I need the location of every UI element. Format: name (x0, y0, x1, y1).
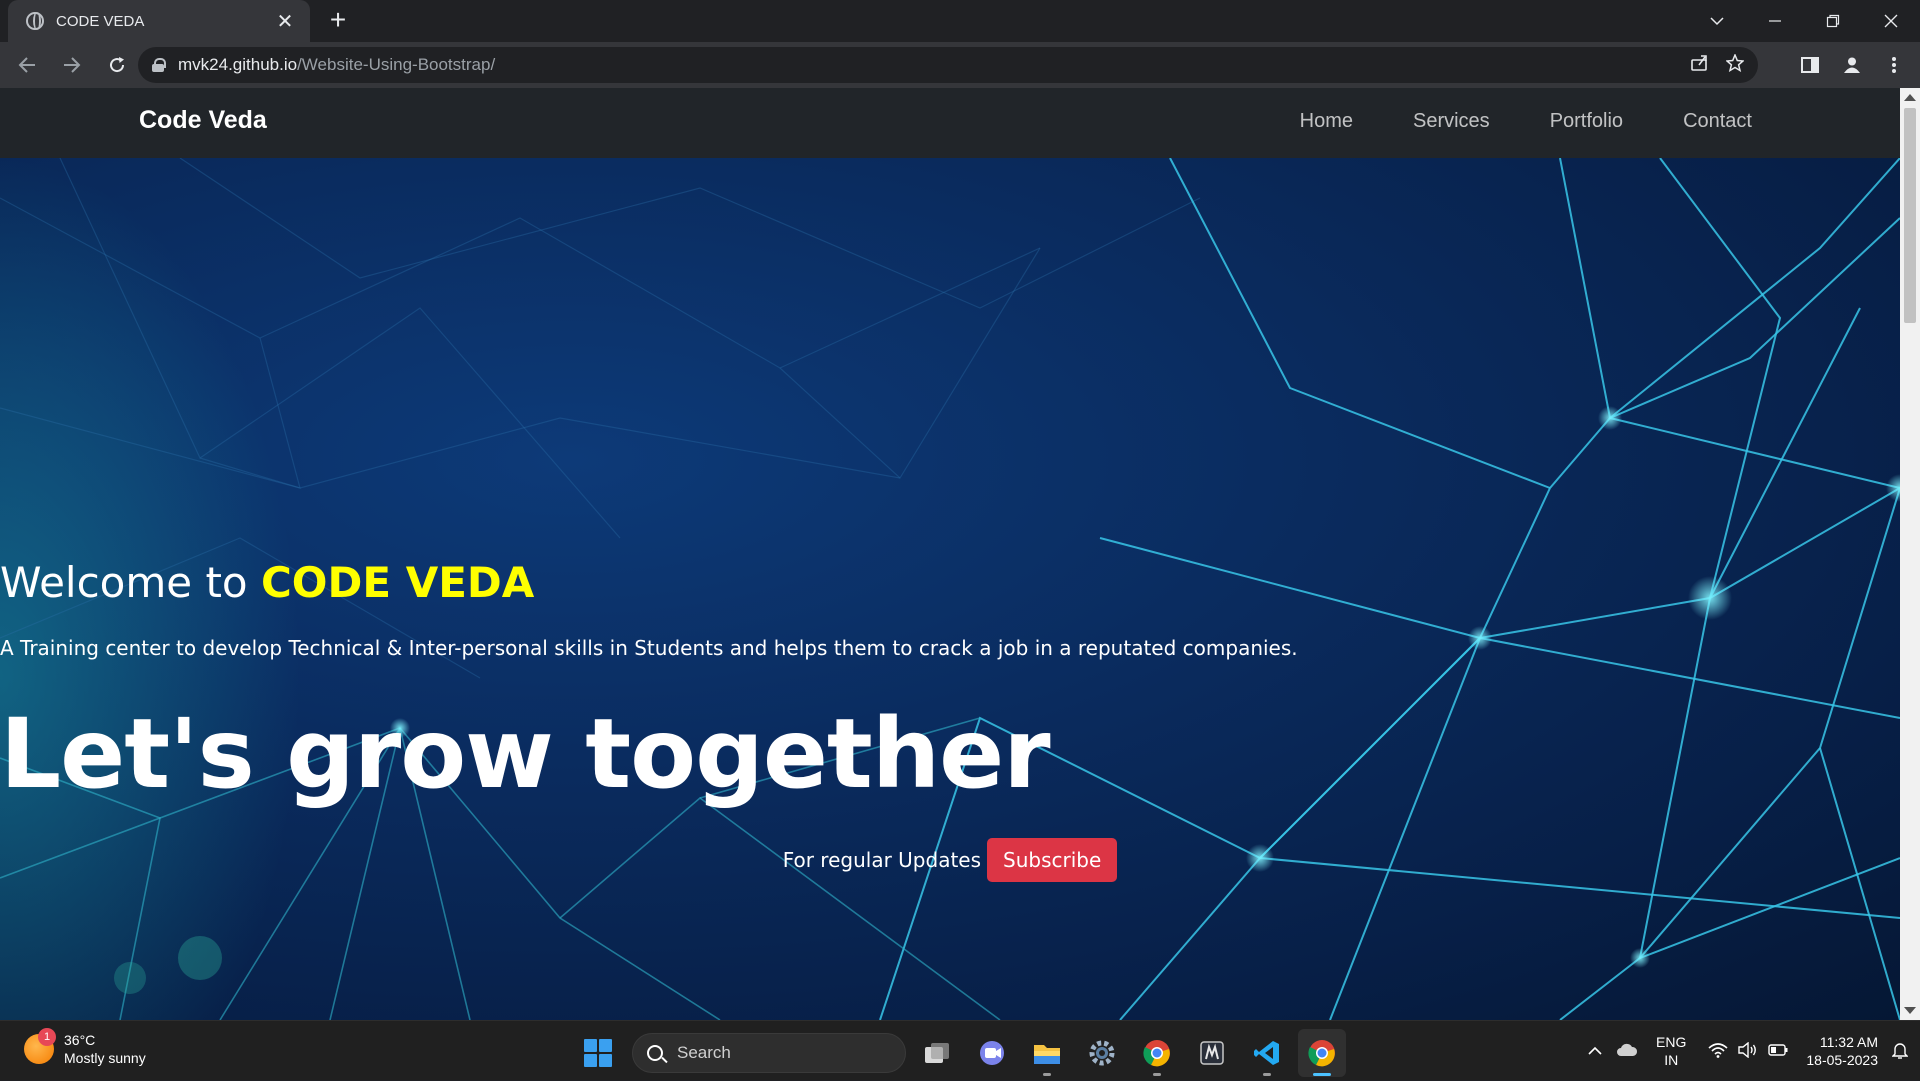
share-icon[interactable] (1690, 54, 1708, 77)
search-icon (647, 1045, 663, 1061)
minimize-button[interactable] (1746, 0, 1804, 42)
scroll-down-arrow-icon[interactable] (1904, 1007, 1916, 1014)
window-controls (1688, 0, 1920, 42)
weather-description: Mostly sunny (64, 1050, 146, 1066)
system-tray: ENG IN 11:32 AM 18-05-2023 (1574, 1021, 1920, 1081)
page-viewport: Code Veda Home Services Portfolio Contac… (0, 88, 1900, 1020)
profile-icon[interactable] (1834, 47, 1870, 83)
file-explorer-icon[interactable] (1023, 1029, 1071, 1077)
site-brand[interactable]: Code Veda (139, 106, 267, 135)
region-code: IN (1664, 1052, 1679, 1068)
side-panel-icon[interactable] (1792, 47, 1828, 83)
teams-chat-icon[interactable] (968, 1029, 1016, 1077)
page-scrollbar[interactable] (1900, 88, 1920, 1020)
battery-icon[interactable] (1768, 1043, 1788, 1059)
welcome-heading: Welcome to CODE VEDA (0, 558, 1900, 607)
notification-badge: 1 (38, 1028, 56, 1046)
language-code: ENG (1656, 1034, 1687, 1050)
subscribe-button[interactable]: Subscribe (987, 838, 1118, 882)
sun-weather-icon: 1 (24, 1028, 56, 1064)
hero-headline: Let's grow together (0, 698, 1051, 810)
welcome-highlight: CODE VEDA (260, 558, 535, 607)
updates-label: For regular Updates (782, 848, 982, 872)
globe-icon (26, 12, 44, 30)
browser-tab[interactable]: CODE VEDA ✕ (8, 0, 310, 42)
browser-tabstrip: CODE VEDA ✕ + (0, 0, 1920, 42)
back-arrow-icon[interactable] (9, 47, 45, 83)
chrome-active-icon[interactable] (1298, 1029, 1346, 1077)
close-window-button[interactable] (1862, 0, 1920, 42)
nav-link-portfolio[interactable]: Portfolio (1550, 110, 1623, 133)
clock-date: 18-05-2023 (1806, 1052, 1878, 1068)
tab-title: CODE VEDA (56, 12, 145, 30)
browser-toolbar: mvk24.github.io/Website-Using-Bootstrap/ (0, 42, 1920, 88)
site-nav-links: Home Services Portfolio Contact (1240, 110, 1752, 133)
scroll-up-arrow-icon[interactable] (1904, 94, 1916, 101)
subscribe-row: For regular Updates Subscribe (0, 838, 1900, 882)
new-tab-button[interactable]: + (324, 6, 352, 34)
app-window-icon[interactable] (1188, 1029, 1236, 1077)
wifi-icon[interactable] (1708, 1042, 1728, 1061)
url-path: /Website-Using-Bootstrap/ (297, 55, 496, 74)
volume-icon[interactable] (1738, 1041, 1758, 1061)
scroll-thumb[interactable] (1904, 108, 1916, 323)
chevron-up-icon[interactable] (1588, 1043, 1602, 1059)
task-view-icon[interactable] (913, 1029, 961, 1077)
language-indicator[interactable]: ENG IN (1656, 1033, 1686, 1069)
bookmark-star-icon[interactable] (1725, 52, 1745, 77)
vscode-icon[interactable] (1243, 1029, 1291, 1077)
tab-search-chevron-icon[interactable] (1688, 0, 1746, 42)
windows-taskbar: 1 36°C Mostly sunny Search ENG IN 11:32 … (0, 1020, 1920, 1080)
nav-link-services[interactable]: Services (1413, 110, 1490, 133)
windows-logo-icon (584, 1039, 612, 1067)
hero-tagline: A Training center to develop Technical &… (0, 636, 1298, 660)
taskbar-search-label: Search (677, 1043, 731, 1062)
taskbar-search[interactable]: Search (632, 1033, 906, 1073)
reload-icon[interactable] (99, 47, 135, 83)
site-navbar: Code Veda Home Services Portfolio Contac… (0, 88, 1900, 158)
notification-bell-icon[interactable] (1891, 1041, 1909, 1062)
more-menu-icon[interactable] (1876, 47, 1912, 83)
forward-arrow-icon[interactable] (54, 47, 90, 83)
restore-button[interactable] (1804, 0, 1862, 42)
clock-time: 11:32 AM (1819, 1034, 1878, 1050)
tab-close-icon[interactable]: ✕ (274, 9, 296, 34)
chrome-icon[interactable] (1133, 1029, 1181, 1077)
settings-gear-icon[interactable] (1078, 1029, 1126, 1077)
start-button[interactable] (578, 1033, 618, 1073)
welcome-prefix: Welcome to (0, 558, 261, 607)
system-clock[interactable]: 11:32 AM 18-05-2023 (1806, 1033, 1878, 1069)
onedrive-cloud-icon[interactable] (1616, 1043, 1638, 1060)
address-bar[interactable]: mvk24.github.io/Website-Using-Bootstrap/ (138, 47, 1758, 83)
nav-link-contact[interactable]: Contact (1683, 110, 1752, 133)
hero-section: Welcome to CODE VEDA A Training center t… (0, 158, 1900, 1020)
url-host: mvk24.github.io (178, 55, 298, 74)
nav-link-home[interactable]: Home (1300, 110, 1353, 133)
weather-widget[interactable]: 1 36°C Mostly sunny (24, 1028, 146, 1067)
weather-temperature: 36°C (64, 1032, 96, 1048)
lock-icon[interactable] (152, 58, 166, 72)
taskbar-apps: Search (578, 1029, 1346, 1077)
